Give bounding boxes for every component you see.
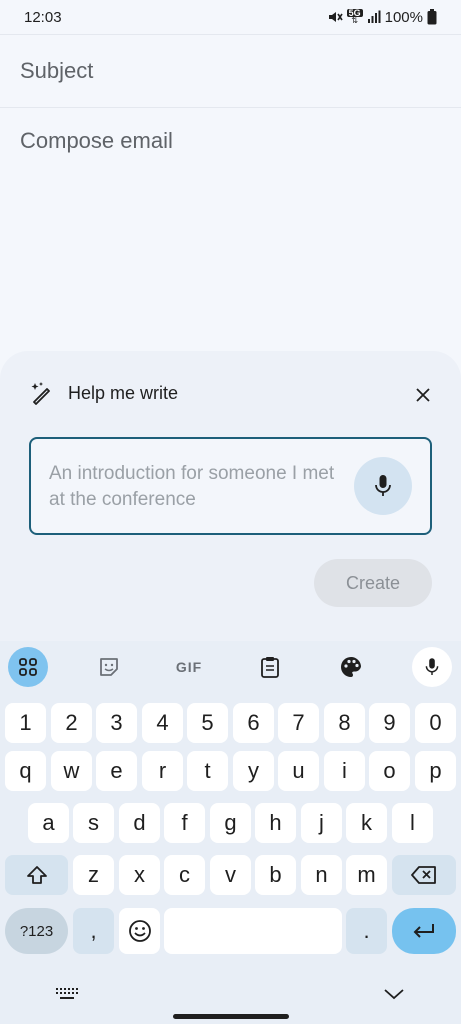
key-p[interactable]: p: [415, 751, 456, 791]
space-key[interactable]: [164, 908, 342, 954]
key-1[interactable]: 1: [5, 703, 46, 743]
key-6[interactable]: 6: [233, 703, 274, 743]
key-l[interactable]: l: [392, 803, 433, 843]
close-icon: [416, 388, 430, 402]
key-7[interactable]: 7: [278, 703, 319, 743]
key-2[interactable]: 2: [51, 703, 92, 743]
key-x[interactable]: x: [119, 855, 160, 895]
key-a[interactable]: a: [28, 803, 69, 843]
key-m[interactable]: m: [346, 855, 387, 895]
backspace-key[interactable]: [392, 855, 456, 895]
compose-body-field[interactable]: Compose email: [20, 128, 173, 154]
keyboard-switch-button[interactable]: [52, 984, 82, 1004]
gif-label: GIF: [175, 659, 203, 675]
create-button[interactable]: Create: [314, 559, 432, 607]
network-badge: 5G ⇅: [346, 8, 363, 25]
key-q[interactable]: q: [5, 751, 46, 791]
key-i[interactable]: i: [324, 751, 365, 791]
status-time: 12:03: [24, 8, 62, 26]
emoji-key[interactable]: [119, 908, 160, 954]
backspace-icon: [411, 866, 436, 884]
keyboard-toolbar: GIF: [0, 641, 461, 693]
gif-button[interactable]: GIF: [169, 647, 209, 687]
microphone-icon: [375, 475, 391, 496]
keyboard-icon: [56, 988, 78, 999]
key-v[interactable]: v: [210, 855, 251, 895]
keyboard-voice-button[interactable]: [412, 647, 452, 687]
comma-key[interactable]: ,: [73, 908, 114, 954]
battery-icon: [427, 9, 437, 25]
help-me-write-sheet: Help me write An introduction for someon…: [0, 351, 461, 641]
key-o[interactable]: o: [369, 751, 410, 791]
signal-icon: [367, 10, 381, 23]
sticker-icon: [100, 658, 118, 676]
magic-pen-icon: [31, 382, 50, 405]
close-button[interactable]: [411, 383, 435, 407]
key-j[interactable]: j: [301, 803, 342, 843]
shift-icon: [26, 866, 47, 884]
symbols-key[interactable]: ?123: [5, 908, 68, 954]
key-e[interactable]: e: [96, 751, 137, 791]
key-z[interactable]: z: [73, 855, 114, 895]
key-c[interactable]: c: [164, 855, 205, 895]
sticker-button[interactable]: [89, 647, 129, 687]
key-5[interactable]: 5: [187, 703, 228, 743]
theme-button[interactable]: [331, 647, 371, 687]
key-3[interactable]: 3: [96, 703, 137, 743]
prompt-placeholder: An introduction for someone I met at the…: [49, 463, 335, 510]
grid-icon: [19, 658, 37, 676]
key-y[interactable]: y: [233, 751, 274, 791]
key-h[interactable]: h: [255, 803, 296, 843]
key-g[interactable]: g: [210, 803, 251, 843]
sheet-header: Help me write: [30, 381, 178, 405]
key-s[interactable]: s: [73, 803, 114, 843]
shift-key[interactable]: [5, 855, 68, 895]
key-k[interactable]: k: [346, 803, 387, 843]
emoji-icon: [128, 920, 151, 942]
clipboard-button[interactable]: [250, 647, 290, 687]
key-b[interactable]: b: [255, 855, 296, 895]
sheet-title: Help me write: [68, 382, 179, 403]
mute-icon: [328, 12, 343, 22]
key-4[interactable]: 4: [142, 703, 183, 743]
subject-field[interactable]: Subject: [0, 34, 461, 108]
key-n[interactable]: n: [301, 855, 342, 895]
home-gesture-bar[interactable]: [173, 1014, 289, 1019]
key-w[interactable]: w: [51, 751, 92, 791]
apps-grid-button[interactable]: [8, 647, 48, 687]
key-t[interactable]: t: [187, 751, 228, 791]
key-f[interactable]: f: [164, 803, 205, 843]
chevron-down-icon: [384, 989, 404, 1000]
key-u[interactable]: u: [278, 751, 319, 791]
microphone-icon: [425, 658, 439, 675]
key-8[interactable]: 8: [324, 703, 365, 743]
status-icons: 5G ⇅ 100%: [327, 9, 437, 26]
prompt-input[interactable]: An introduction for someone I met at the…: [29, 437, 432, 535]
compose-body-placeholder: Compose email: [20, 128, 173, 153]
clipboard-icon: [261, 657, 279, 678]
enter-icon: [413, 924, 434, 938]
key-9[interactable]: 9: [369, 703, 410, 743]
key-d[interactable]: d: [119, 803, 160, 843]
voice-input-button[interactable]: [354, 457, 412, 515]
status-bar: 12:03 5G ⇅ 100%: [0, 0, 461, 34]
palette-icon: [341, 656, 361, 677]
key-r[interactable]: r: [142, 751, 183, 791]
battery-percent: 100%: [384, 8, 423, 26]
key-0[interactable]: 0: [415, 703, 456, 743]
enter-key[interactable]: [392, 908, 456, 954]
subject-placeholder: Subject: [20, 58, 94, 83]
period-key[interactable]: .: [346, 908, 387, 954]
hide-keyboard-button[interactable]: [380, 984, 408, 1004]
